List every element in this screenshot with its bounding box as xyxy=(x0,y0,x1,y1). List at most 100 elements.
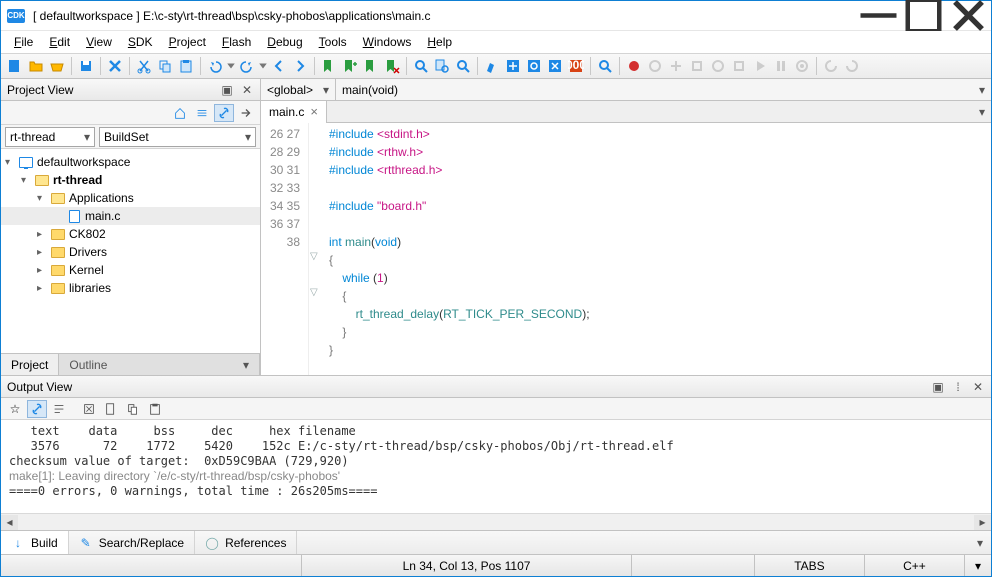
tab-outline[interactable]: Outline▾ xyxy=(59,354,260,375)
copy-icon[interactable] xyxy=(155,56,175,76)
tree-item-kernel[interactable]: ▸Kernel xyxy=(1,261,260,279)
output-link-icon[interactable] xyxy=(27,400,47,418)
output-scrollbar[interactable]: ◂ ▸ xyxy=(1,513,991,530)
tree-item-applications[interactable]: ▾Applications xyxy=(1,189,260,207)
minimize-button[interactable] xyxy=(856,1,901,31)
stop-build-icon[interactable]: 000 xyxy=(566,56,586,76)
find-icon[interactable] xyxy=(411,56,431,76)
bottom-tabs-menu-icon[interactable]: ▾ xyxy=(969,536,991,550)
menubar: FileEditViewSDKProjectFlashDebugToolsWin… xyxy=(1,31,991,53)
panel-close-icon[interactable]: ✕ xyxy=(240,83,254,97)
panel-close-icon[interactable]: ✕ xyxy=(971,380,985,394)
menu-sdk[interactable]: SDK xyxy=(121,33,160,51)
dropdown-icon[interactable] xyxy=(258,56,268,76)
tree-home-icon[interactable] xyxy=(170,104,190,122)
debug-tool4-icon[interactable] xyxy=(708,56,728,76)
project-tree[interactable]: ▾defaultworkspace▾rt-thread▾Applications… xyxy=(1,149,260,353)
menu-windows[interactable]: Windows xyxy=(356,33,419,51)
tree-collapse-icon[interactable] xyxy=(192,104,212,122)
find-files-icon[interactable] xyxy=(432,56,452,76)
rebuild-icon[interactable] xyxy=(524,56,544,76)
record-icon[interactable] xyxy=(624,56,644,76)
tree-item-drivers[interactable]: ▸Drivers xyxy=(1,243,260,261)
pause-icon[interactable] xyxy=(771,56,791,76)
tree-item-ck802[interactable]: ▸CK802 xyxy=(1,225,260,243)
output-paste-icon[interactable] xyxy=(145,400,165,418)
bottom-tab-search-replace[interactable]: ✎Search/Replace xyxy=(69,531,195,555)
open-folder-icon[interactable] xyxy=(26,56,46,76)
zoom-icon[interactable] xyxy=(595,56,615,76)
new-file-icon[interactable] xyxy=(5,56,25,76)
undo-icon[interactable] xyxy=(205,56,225,76)
clean-icon[interactable] xyxy=(545,56,565,76)
menu-help[interactable]: Help xyxy=(420,33,459,51)
tab-project[interactable]: Project xyxy=(1,354,59,375)
save-icon[interactable] xyxy=(76,56,96,76)
buildset-select[interactable]: BuildSet▾ xyxy=(99,127,256,147)
output-wrap-icon[interactable] xyxy=(49,400,69,418)
build-icon[interactable] xyxy=(503,56,523,76)
cut-icon[interactable] xyxy=(134,56,154,76)
tree-item-defaultworkspace[interactable]: ▾defaultworkspace xyxy=(1,153,260,171)
menu-edit[interactable]: Edit xyxy=(42,33,77,51)
project-select[interactable]: rt-thread▾ xyxy=(5,127,95,147)
file-tab-main-c[interactable]: main.c × xyxy=(261,101,327,123)
nav-fwd-icon[interactable] xyxy=(290,56,310,76)
tree-item-libraries[interactable]: ▸libraries xyxy=(1,279,260,297)
debug-tool1-icon[interactable] xyxy=(645,56,665,76)
highlight-icon[interactable] xyxy=(482,56,502,76)
maximize-button[interactable] xyxy=(901,1,946,31)
close-tab-icon[interactable]: × xyxy=(310,104,318,119)
bottom-tab-build[interactable]: ↓Build xyxy=(1,531,69,555)
status-tabs: TABS xyxy=(754,555,864,576)
menu-debug[interactable]: Debug xyxy=(260,33,309,51)
paste-icon[interactable] xyxy=(176,56,196,76)
bottom-tab-references[interactable]: ◯References xyxy=(195,531,297,555)
bookmark-prev-icon[interactable] xyxy=(319,56,339,76)
settings-icon[interactable] xyxy=(792,56,812,76)
scroll-right-icon[interactable]: ▸ xyxy=(974,515,991,530)
output-text[interactable]: text data bss dec hex filename 3576 72 1… xyxy=(1,420,991,513)
dropdown-icon[interactable] xyxy=(226,56,236,76)
run-icon[interactable] xyxy=(750,56,770,76)
scope-select[interactable]: <global>▾ xyxy=(261,79,336,100)
close-button[interactable] xyxy=(946,1,991,31)
panel-pin-icon[interactable]: ⁞ xyxy=(951,380,965,394)
bookmark-next-icon[interactable] xyxy=(361,56,381,76)
find-resource-icon[interactable] xyxy=(453,56,473,76)
scroll-left-icon[interactable]: ◂ xyxy=(1,515,18,530)
tree-item-rt-thread[interactable]: ▾rt-thread xyxy=(1,171,260,189)
menu-view[interactable]: View xyxy=(79,33,119,51)
nav-back-icon[interactable] xyxy=(269,56,289,76)
output-save-icon[interactable] xyxy=(101,400,121,418)
redo-icon[interactable] xyxy=(237,56,257,76)
window-title: [ defaultworkspace ] E:\c-sty\rt-thread\… xyxy=(33,9,856,23)
project-view-title: Project View xyxy=(7,83,214,97)
debug-tool3-icon[interactable] xyxy=(687,56,707,76)
tab-menu-icon[interactable]: ▾ xyxy=(973,105,991,119)
output-copy-icon[interactable] xyxy=(123,400,143,418)
bookmark-clear-icon[interactable] xyxy=(382,56,402,76)
menu-flash[interactable]: Flash xyxy=(215,33,258,51)
panel-undock-icon[interactable]: ▣ xyxy=(220,83,234,97)
menu-file[interactable]: File xyxy=(7,33,40,51)
debug-tool2-icon[interactable] xyxy=(666,56,686,76)
panel-undock-icon[interactable]: ▣ xyxy=(931,380,945,394)
bookmark-toggle-icon[interactable] xyxy=(340,56,360,76)
svg-text:000: 000 xyxy=(568,58,584,72)
step-back-icon[interactable] xyxy=(821,56,841,76)
tree-goto-icon[interactable] xyxy=(236,104,256,122)
status-menu-icon[interactable]: ▾ xyxy=(964,555,991,576)
open-file-icon[interactable] xyxy=(47,56,67,76)
function-select[interactable]: main(void)▾ xyxy=(336,79,991,100)
tree-item-main-c[interactable]: main.c xyxy=(1,207,260,225)
menu-tools[interactable]: Tools xyxy=(312,33,354,51)
debug-tool5-icon[interactable] xyxy=(729,56,749,76)
output-star-icon[interactable]: ☆ xyxy=(5,400,25,418)
tree-link-icon[interactable] xyxy=(214,104,234,122)
step-fwd-icon[interactable] xyxy=(842,56,862,76)
menu-project[interactable]: Project xyxy=(162,33,213,51)
close-x-icon[interactable] xyxy=(105,56,125,76)
code-editor[interactable]: 26 27 28 29 30 31 32 33 34 35 36 37 38 ▽… xyxy=(261,123,991,375)
output-clear-icon[interactable] xyxy=(79,400,99,418)
